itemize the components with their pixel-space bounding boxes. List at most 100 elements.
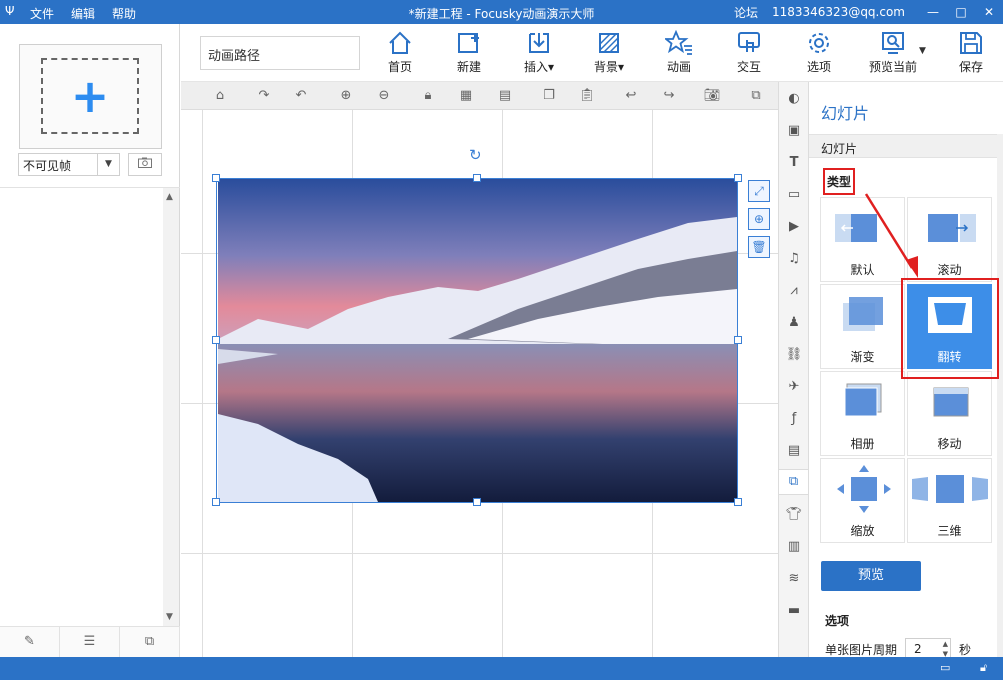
frame-settings-icon[interactable]: ☰	[60, 627, 120, 657]
home-button[interactable]: 首页	[370, 30, 430, 75]
add-frame-box[interactable]: +	[19, 44, 162, 149]
scroll-up-icon[interactable]: ▲	[166, 192, 173, 202]
paste-icon[interactable]: 📋︎	[578, 87, 596, 105]
flash-icon[interactable]: ƒ	[785, 410, 803, 428]
camera-button[interactable]	[128, 153, 162, 176]
divider	[0, 187, 180, 188]
slideshow-icon[interactable]: ⧉	[779, 469, 808, 495]
preview-current-button[interactable]: 预览当前	[861, 30, 925, 75]
background-button[interactable]: 背景▾	[579, 30, 639, 75]
image-icon[interactable]: ▣	[785, 122, 803, 140]
layout-icon[interactable]: ▥	[785, 538, 803, 556]
editor-canvas[interactable]: ↻ ⤢ ⊕ 🗑︎	[181, 110, 778, 657]
resize-handle-t[interactable]	[473, 174, 481, 182]
redo-icon[interactable]: ↪	[660, 87, 678, 105]
resize-handle-r[interactable]	[734, 336, 742, 344]
selection-frame[interactable]	[216, 178, 738, 503]
grid-icon[interactable]: ▦	[457, 87, 475, 105]
screenshot-icon[interactable]: 📷︎	[703, 87, 721, 105]
home-view-icon[interactable]: ⌂	[211, 87, 229, 105]
resize-handle-tr[interactable]	[734, 174, 742, 182]
type-zoom-label: 缩放	[850, 524, 875, 538]
animation-button-label: 动画	[666, 60, 691, 74]
resize-handle-b[interactable]	[473, 498, 481, 506]
stepper-up-icon[interactable]: ▲	[943, 640, 948, 648]
path-name-field[interactable]: 动画路径	[200, 36, 360, 70]
tshirt-icon[interactable]: 👕︎	[785, 506, 803, 524]
rotate-handle-icon[interactable]: ↻	[469, 146, 482, 164]
chart-icon[interactable]: ⩘	[785, 282, 803, 300]
maximize-button[interactable]: □	[947, 5, 975, 19]
zoom-out-icon[interactable]: ⊖	[375, 87, 393, 105]
fit-frame-icon[interactable]: ⤢	[748, 180, 770, 202]
music-icon[interactable]: ♫	[785, 250, 803, 268]
edit-frame-icon[interactable]: ✎	[0, 627, 60, 657]
options-button[interactable]: 选项	[789, 30, 849, 75]
add-frame-placeholder[interactable]: +	[41, 58, 139, 134]
plane-icon[interactable]: ✈	[785, 378, 803, 396]
type-fade[interactable]: 渐变	[820, 284, 905, 369]
archive-icon[interactable]: ▬	[785, 602, 803, 620]
shape-icon[interactable]: ◐	[785, 90, 803, 108]
type-move-label: 移动	[937, 437, 962, 451]
text-icon[interactable]: T	[785, 154, 803, 172]
frames-scrollbar[interactable]: ▲ ▼	[163, 188, 179, 626]
period-value[interactable]: 2	[914, 642, 922, 656]
section-header: 幻灯片	[809, 134, 997, 158]
status-bar: ▭ 🔓︎	[0, 657, 1003, 680]
redo-rotate-icon[interactable]: ↷	[255, 87, 273, 105]
scroll-down-icon[interactable]: ▼	[166, 612, 173, 622]
resize-handle-l[interactable]	[212, 336, 220, 344]
frame-side-tools: ⤢ ⊕ 🗑︎	[748, 180, 772, 264]
resize-handle-br[interactable]	[734, 498, 742, 506]
animation-button[interactable]: 动画	[649, 30, 709, 75]
window-icon[interactable]: ⧉	[747, 87, 765, 105]
minimize-button[interactable]: —	[919, 5, 947, 19]
type-move[interactable]: 移动	[907, 371, 992, 456]
close-button[interactable]: ✕	[975, 5, 1003, 19]
frame-copy-icon[interactable]: ⧉	[120, 627, 180, 657]
trash-icon[interactable]: 🗑︎	[748, 236, 770, 258]
dropdown-arrow-icon: ▾	[547, 60, 555, 74]
account-name[interactable]: 1183346323@qq.com	[772, 5, 905, 19]
chevron-down-icon[interactable]: ▼	[97, 154, 119, 175]
save-button-label: 保存	[958, 60, 983, 74]
grid-settings-icon[interactable]: ▤	[496, 87, 514, 105]
frame-type-select[interactable]: 不可见帧 ▼	[18, 153, 120, 176]
lock-icon[interactable]: 🔒︎	[419, 87, 437, 105]
type-3d-label: 三维	[937, 524, 962, 538]
interaction-button[interactable]: 交互	[719, 30, 779, 75]
book-icon[interactable]: ▤	[785, 442, 803, 460]
copy-icon[interactable]: ❐	[540, 87, 558, 105]
zoom-in-icon[interactable]: ⊕	[337, 87, 355, 105]
preview-dropdown-icon[interactable]: ▼	[919, 46, 926, 56]
grid-line	[202, 110, 203, 657]
plus-icon[interactable]: +	[43, 60, 137, 132]
type-zoom[interactable]: 缩放	[820, 458, 905, 543]
forum-link[interactable]: 论坛	[734, 4, 758, 21]
insert-button[interactable]: 插入▾	[509, 30, 569, 75]
video-icon[interactable]: ▶	[785, 218, 803, 236]
unlock-icon[interactable]: 🔓︎	[980, 661, 987, 675]
add-frame-icon[interactable]: ⊕	[748, 208, 770, 230]
period-label: 单张图片周期	[825, 642, 898, 657]
undo-icon[interactable]: ↩	[622, 87, 640, 105]
type-3d[interactable]: 三维	[907, 458, 992, 543]
undo-rotate-icon[interactable]: ↶	[292, 87, 310, 105]
annotation-box	[901, 278, 999, 379]
save-button[interactable]: 保存	[941, 30, 1001, 75]
zoom-type-icon	[836, 465, 891, 513]
new-slide-button[interactable]: 新建	[439, 30, 499, 75]
window-frame-icon[interactable]: ▭	[785, 186, 803, 204]
preview-button[interactable]: 预览	[821, 561, 921, 591]
layers-icon[interactable]: ≋	[785, 570, 803, 588]
present-icon[interactable]: ▭	[940, 661, 950, 674]
panel-scrollbar[interactable]	[997, 134, 1003, 657]
link-icon[interactable]: ⛓	[785, 346, 803, 364]
resize-handle-tl[interactable]	[212, 174, 220, 182]
period-unit: 秒	[959, 642, 972, 657]
annotation-arrow	[864, 193, 918, 278]
people-icon[interactable]: ♟	[785, 314, 803, 332]
resize-handle-bl[interactable]	[212, 498, 220, 506]
type-album[interactable]: 相册	[820, 371, 905, 456]
